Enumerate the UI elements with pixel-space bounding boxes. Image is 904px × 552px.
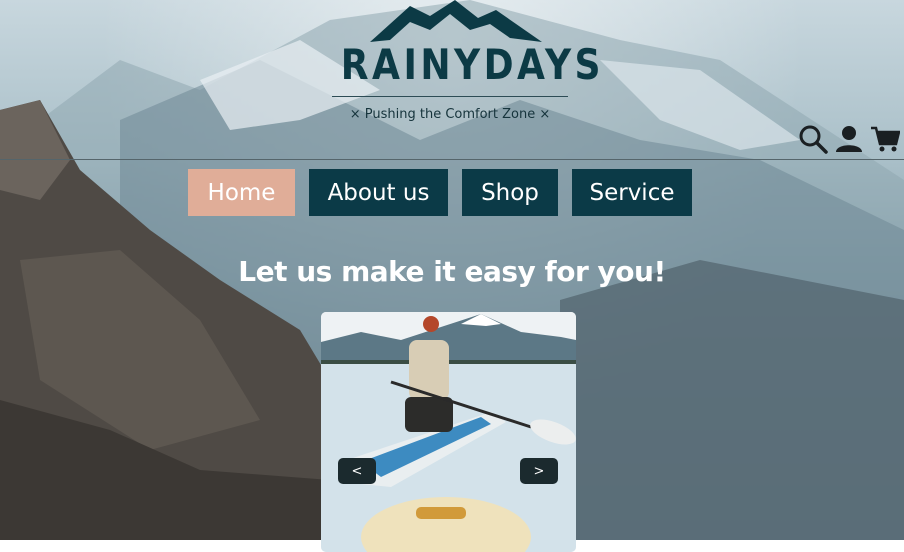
logo-divider — [332, 96, 568, 97]
main-nav: Home About us Shop Service — [188, 169, 692, 216]
carousel-next-button[interactable]: > — [520, 458, 558, 484]
header-icons — [798, 124, 900, 154]
site-logo[interactable]: RAINYDAYS × Pushing the Comfort Zone × — [310, 0, 605, 135]
header-divider — [0, 159, 904, 160]
hero-headline: Let us make it easy for you! — [238, 255, 666, 288]
brand-name: RAINYDAYS — [340, 40, 605, 89]
nav-home[interactable]: Home — [188, 169, 295, 216]
paddleboard-photo — [321, 312, 576, 552]
user-icon[interactable] — [834, 124, 864, 154]
nav-service[interactable]: Service — [572, 169, 692, 216]
cart-icon[interactable] — [870, 124, 900, 154]
carousel-prev-button[interactable]: < — [338, 458, 376, 484]
nav-about-us[interactable]: About us — [309, 169, 448, 216]
brand-tagline: × Pushing the Comfort Zone × — [349, 107, 551, 122]
image-carousel: < > — [321, 312, 576, 552]
search-icon[interactable] — [798, 124, 828, 154]
nav-shop[interactable]: Shop — [462, 169, 558, 216]
mountain-logo-icon — [370, 0, 542, 42]
